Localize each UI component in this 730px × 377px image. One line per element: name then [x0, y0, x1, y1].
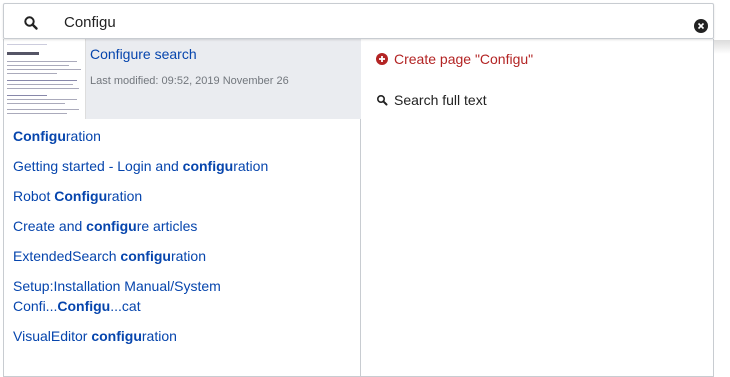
featured-result-modified: Last modified: 09:52, 2019 November 26 — [90, 75, 289, 87]
title-results-column: Configure search Last modified: 09:52, 2… — [4, 39, 361, 376]
clear-search-button[interactable] — [694, 19, 708, 33]
search-icon — [376, 94, 388, 106]
search-page: Configure search Last modified: 09:52, 2… — [0, 0, 730, 377]
result-list: Configuration Getting started - Login an… — [13, 126, 353, 356]
clear-icon — [697, 22, 705, 30]
result-link-1[interactable]: Getting started - Login and configuratio… — [13, 156, 353, 176]
search-bar — [3, 3, 714, 39]
result-link-3[interactable]: Create and configure articles — [13, 216, 353, 236]
search-suggestions-dropdown: Configure search Last modified: 09:52, 2… — [3, 39, 714, 377]
featured-result-title[interactable]: Configure search — [90, 46, 197, 62]
create-page-link[interactable]: Create page "Configu" — [376, 51, 533, 67]
featured-result[interactable]: Configure search Last modified: 09:52, 2… — [4, 39, 361, 119]
result-link-5[interactable]: Setup:Installation Manual/System Confi..… — [13, 276, 243, 316]
page-background-strip — [714, 40, 730, 54]
search-input[interactable] — [64, 10, 664, 34]
result-link-4[interactable]: ExtendedSearch configuration — [13, 246, 353, 266]
actions-column: Create page "Configu" Search full text — [361, 39, 714, 376]
plus-circle-icon — [376, 53, 388, 65]
create-page-label[interactable]: Create page "Configu" — [394, 51, 533, 67]
result-link-0[interactable]: Configuration — [13, 126, 353, 146]
search-full-text-label[interactable]: Search full text — [394, 92, 487, 108]
search-full-text-link[interactable]: Search full text — [376, 92, 487, 108]
page-thumbnail — [4, 39, 86, 119]
result-link-2[interactable]: Robot Configuration — [13, 186, 353, 206]
result-link-6[interactable]: VisualEditor configuration — [13, 326, 353, 346]
search-icon — [24, 16, 38, 30]
